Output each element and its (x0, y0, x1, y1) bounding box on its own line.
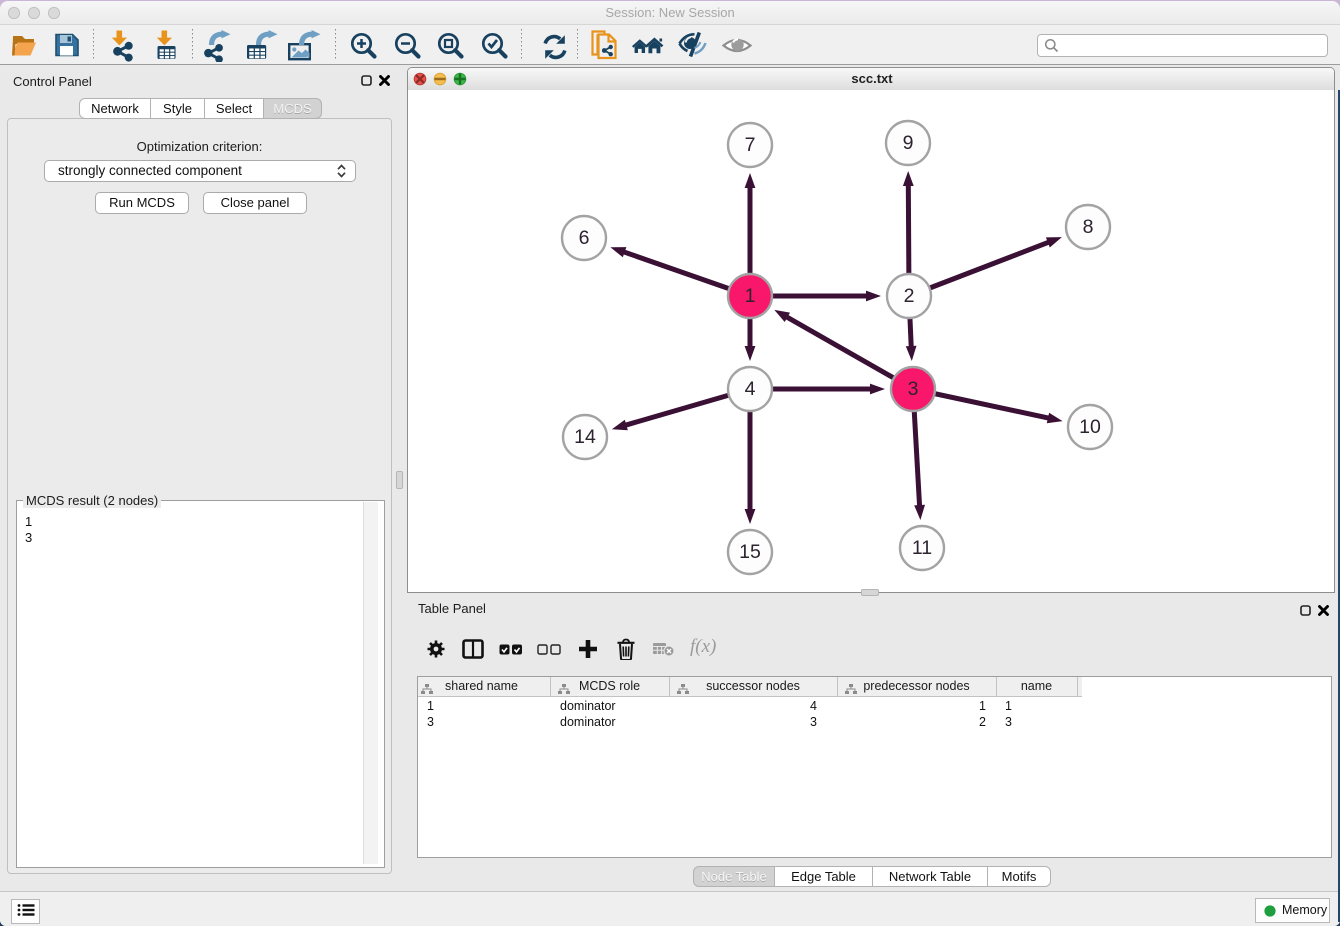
svg-text:10: 10 (1079, 416, 1101, 438)
svg-text:14: 14 (574, 426, 596, 448)
svg-text:3: 3 (908, 378, 919, 400)
svg-text:15: 15 (739, 541, 761, 563)
svg-text:7: 7 (745, 134, 756, 156)
svg-text:1: 1 (745, 285, 756, 307)
svg-text:9: 9 (903, 132, 914, 154)
svg-text:2: 2 (904, 285, 915, 307)
svg-text:11: 11 (912, 537, 932, 559)
svg-text:8: 8 (1083, 216, 1094, 238)
svg-text:6: 6 (579, 227, 590, 249)
svg-text:4: 4 (745, 378, 756, 400)
